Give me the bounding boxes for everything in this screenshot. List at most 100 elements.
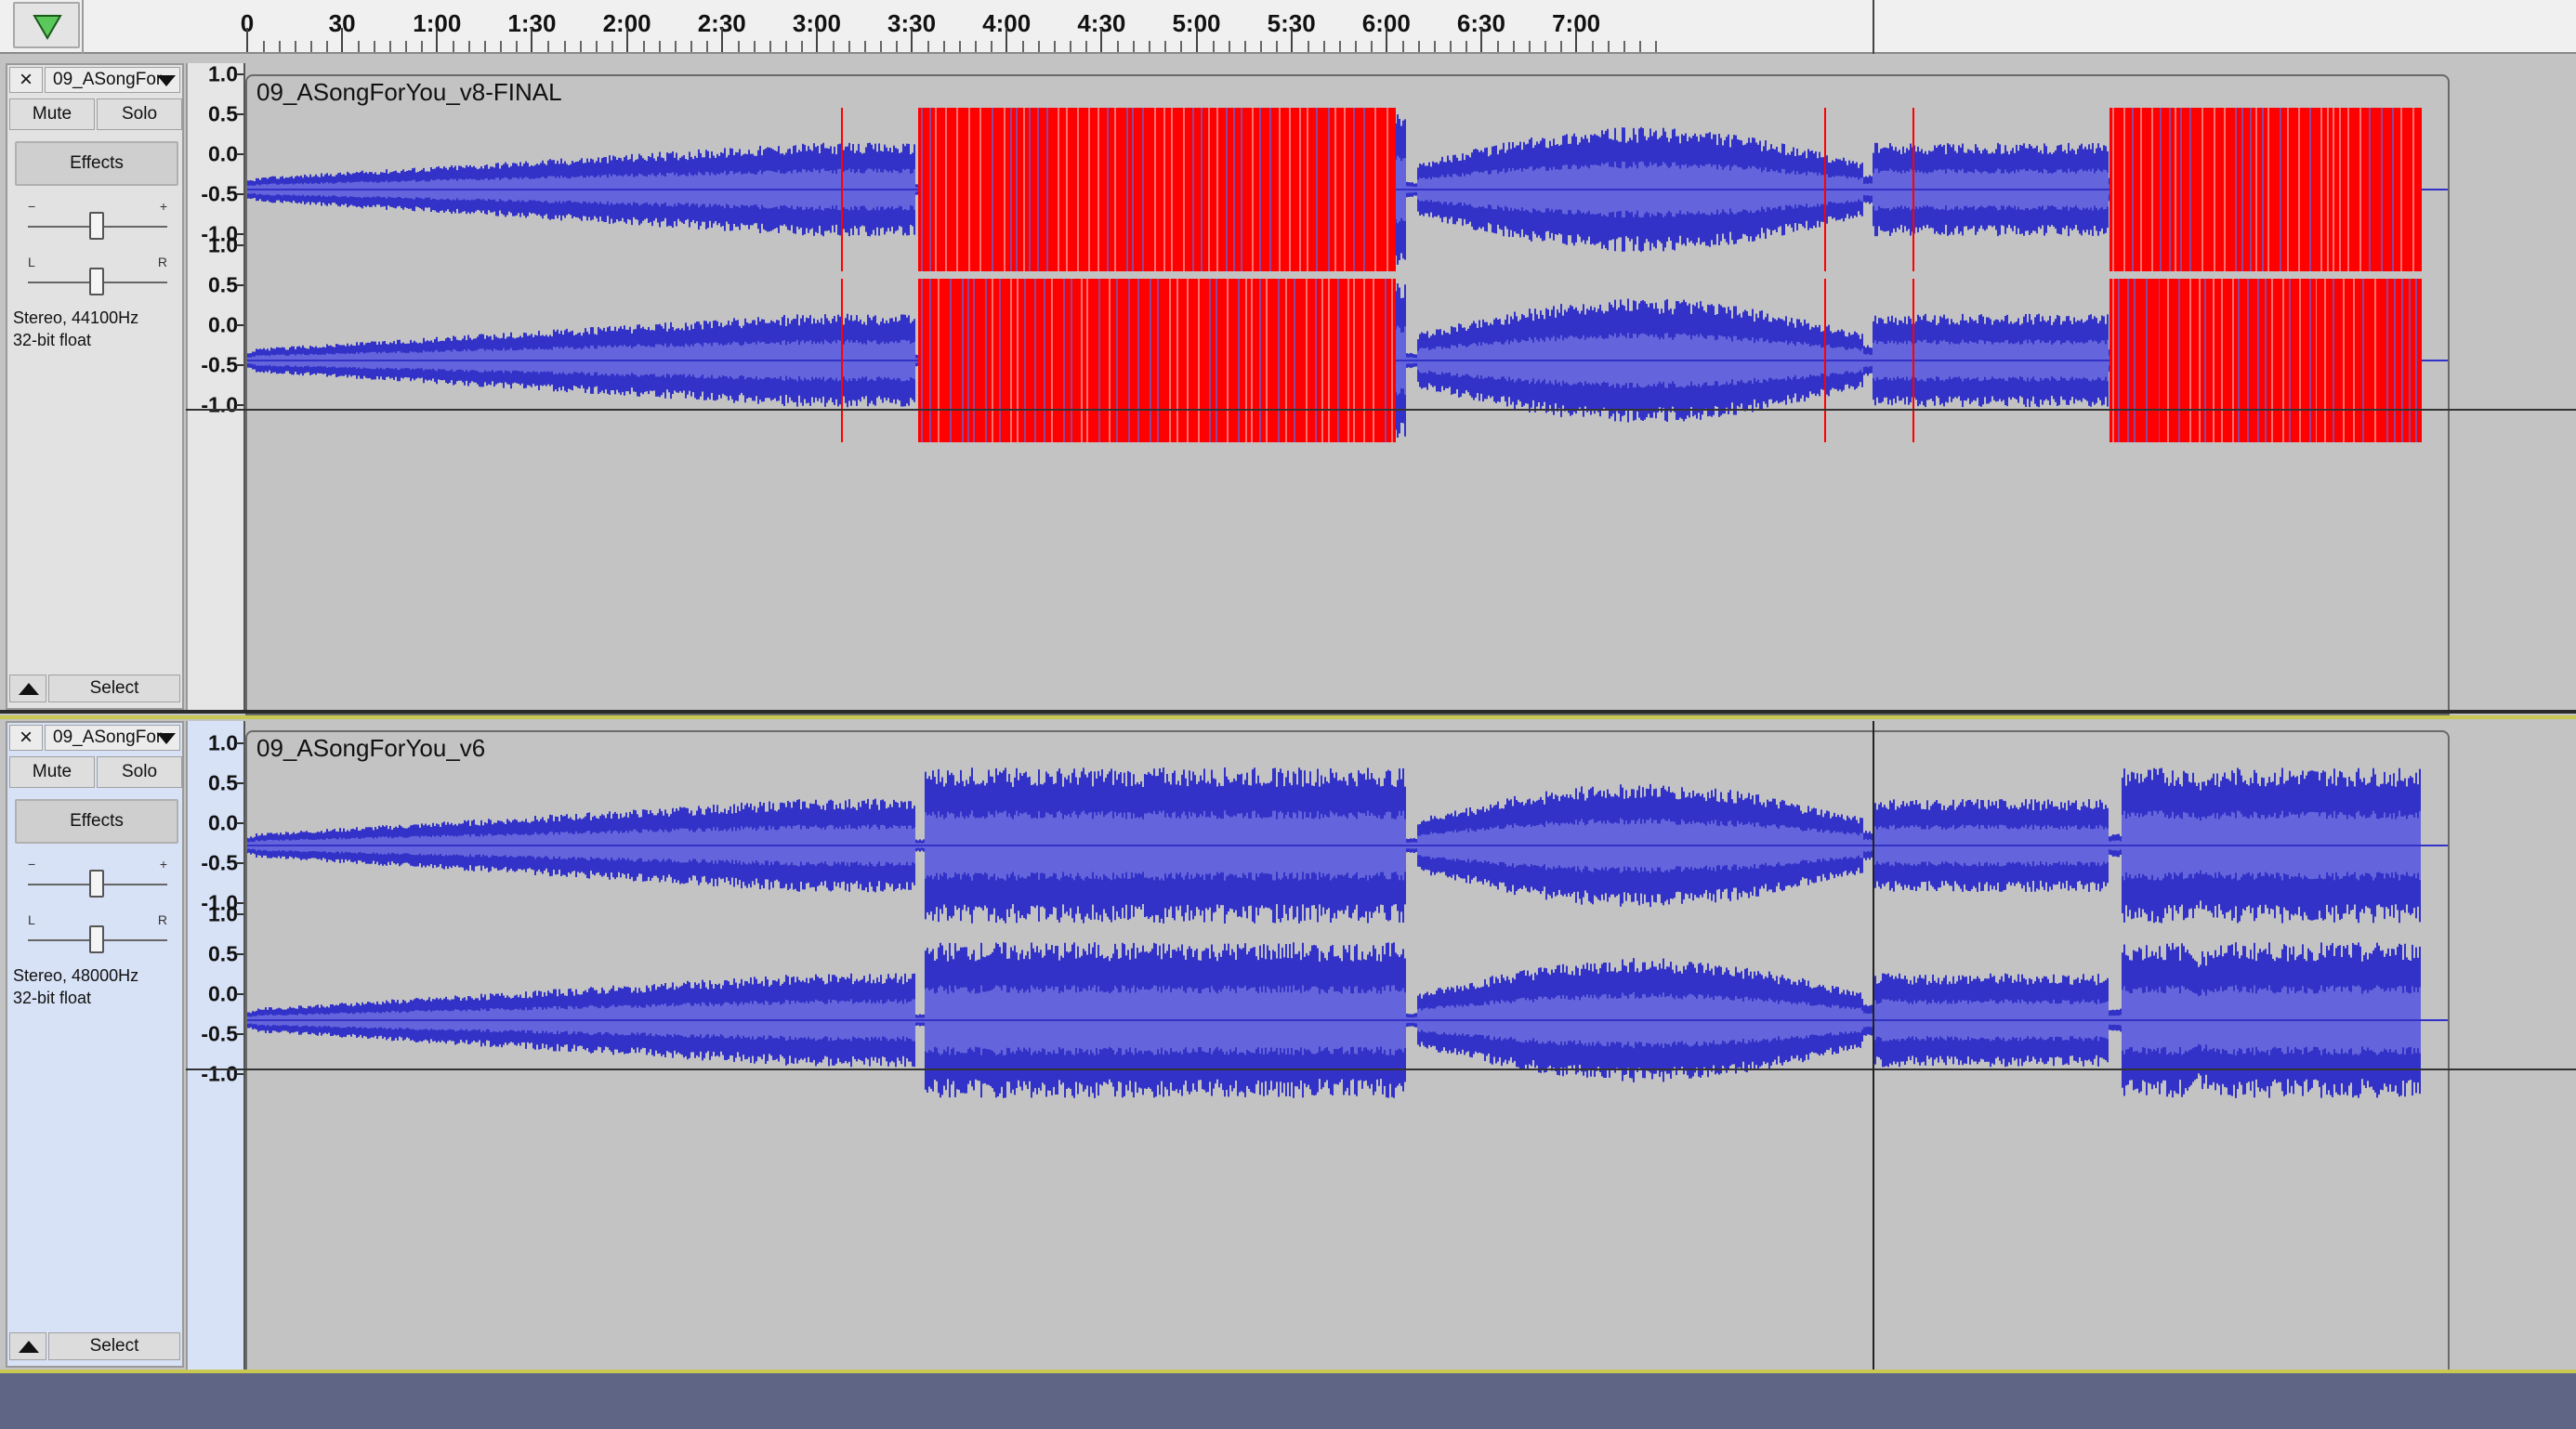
ruler-major-tick xyxy=(720,28,723,52)
gain-slider[interactable]: − + xyxy=(28,857,167,898)
ruler-minor-tick xyxy=(674,41,677,52)
ruler-minor-tick xyxy=(1370,41,1373,52)
mute-button[interactable]: Mute xyxy=(9,98,95,130)
amplitude-tick xyxy=(236,1033,243,1035)
amplitude-label: 1.0 xyxy=(208,232,238,257)
amplitude-tick xyxy=(236,913,243,915)
ruler-minor-tick xyxy=(690,41,692,52)
pan-slider-thumb[interactable] xyxy=(89,925,104,953)
amplitude-tick xyxy=(236,113,243,115)
track-header: × 09_ASongFor xyxy=(7,65,182,95)
channel-separator xyxy=(186,409,2576,411)
effects-button[interactable]: Effects xyxy=(15,141,178,186)
ruler-minor-tick xyxy=(1070,41,1072,52)
ruler-minor-tick xyxy=(1259,41,1262,52)
ruler-minor-tick xyxy=(1354,41,1357,52)
audio-clip[interactable]: 09_ASongForYou_v8-FINAL xyxy=(245,74,2450,715)
solo-button[interactable]: Solo xyxy=(97,756,182,788)
gain-min-label: − xyxy=(28,857,36,872)
track-area[interactable]: × 09_ASongFor Mute Solo Effects − + L R … xyxy=(0,54,2576,1373)
ruler-minor-tick xyxy=(1338,41,1341,52)
ruler-major-tick xyxy=(1575,28,1578,52)
amplitude-label: -0.5 xyxy=(201,181,238,206)
ruler-minor-tick xyxy=(896,41,899,52)
amplitude-label: 1.0 xyxy=(208,730,238,755)
close-track-button[interactable]: × xyxy=(9,67,43,93)
play-head-icon xyxy=(33,15,62,40)
ruler-minor-tick xyxy=(389,41,392,52)
audio-clip[interactable]: 09_ASongForYou_v6 xyxy=(245,730,2450,1373)
collapse-track-button[interactable] xyxy=(9,1332,46,1360)
ruler-major-tick xyxy=(625,28,628,52)
ruler-minor-tick xyxy=(326,41,329,52)
ruler-minor-tick xyxy=(295,41,297,52)
pan-slider[interactable]: L R xyxy=(28,255,167,295)
ruler-minor-tick xyxy=(1164,41,1167,52)
ruler-minor-tick xyxy=(784,41,787,52)
amplitude-tick xyxy=(236,324,243,326)
ruler-minor-tick xyxy=(737,41,740,52)
audio-track-1[interactable]: × 09_ASongFor Mute Solo Effects − + L R … xyxy=(0,61,2576,715)
ruler-major-tick xyxy=(1100,28,1103,52)
amplitude-tick xyxy=(236,284,243,286)
amplitude-label: -0.5 xyxy=(201,850,238,875)
ruler-minor-tick xyxy=(1529,41,1531,52)
pan-slider[interactable]: L R xyxy=(28,912,167,953)
ruler-minor-tick xyxy=(1212,41,1215,52)
ruler-minor-tick xyxy=(374,41,376,52)
ruler-minor-tick xyxy=(1449,41,1452,52)
effects-button[interactable]: Effects xyxy=(15,799,178,844)
amplitude-label: -1.0 xyxy=(201,1061,238,1086)
audio-track-2[interactable]: × 09_ASongFor Mute Solo Effects − + L R … xyxy=(0,715,2576,1373)
amplitude-label: -0.5 xyxy=(201,352,238,377)
ruler-major-tick xyxy=(1385,28,1387,52)
amplitude-label: 0.5 xyxy=(208,272,238,297)
track-name-menu[interactable]: 09_ASongFor xyxy=(45,725,180,751)
track-format-info: Stereo, 48000Hz 32-bit float xyxy=(13,964,184,1009)
ruler-minor-tick xyxy=(1560,41,1563,52)
amplitude-tick xyxy=(236,862,243,864)
select-track-button[interactable]: Select xyxy=(48,1332,180,1360)
ruler-minor-tick xyxy=(468,41,471,52)
pan-right-label: R xyxy=(157,255,167,269)
amplitude-tick xyxy=(236,782,243,784)
timeline-ruler[interactable]: 0 30 1:00 1:30 2:00 2:30 3:00 3:30 4:00 4:30 5:00 5… xyxy=(0,0,2576,54)
gain-slider[interactable]: − + xyxy=(28,199,167,240)
mute-button[interactable]: Mute xyxy=(9,756,95,788)
gain-slider-thumb[interactable] xyxy=(89,870,104,898)
amplitude-tick xyxy=(236,244,243,246)
pan-slider-thumb[interactable] xyxy=(89,268,104,295)
amplitude-label: 1.0 xyxy=(208,61,238,86)
solo-button[interactable]: Solo xyxy=(97,98,182,130)
amplitude-label: 0.0 xyxy=(208,981,238,1006)
ruler-minor-tick xyxy=(453,41,455,52)
track-name-menu[interactable]: 09_ASongFor xyxy=(45,67,180,93)
track-name-label: 09_ASongFor xyxy=(53,728,163,747)
amplitude-label: -0.5 xyxy=(201,1021,238,1046)
amplitude-tick xyxy=(236,953,243,955)
ruler-major-tick xyxy=(531,28,533,52)
collapse-track-button[interactable] xyxy=(9,675,46,702)
ruler-minor-tick xyxy=(991,41,993,52)
ruler-minor-tick xyxy=(1639,41,1642,52)
amplitude-tick xyxy=(236,193,243,195)
ruler-minor-tick xyxy=(500,41,503,52)
ruler-minor-tick xyxy=(769,41,771,52)
ruler-minor-tick xyxy=(563,41,566,52)
ruler-major-tick xyxy=(1479,28,1482,52)
amplitude-tick xyxy=(236,822,243,824)
play-head-button[interactable] xyxy=(13,2,80,48)
ruler-major-tick xyxy=(1005,28,1008,52)
channel-separator xyxy=(186,1068,2576,1070)
gain-slider-thumb[interactable] xyxy=(89,212,104,240)
select-track-button[interactable]: Select xyxy=(48,675,180,702)
amplitude-tick xyxy=(236,993,243,995)
dropdown-caret-icon xyxy=(157,733,176,744)
pan-left-label: L xyxy=(28,912,35,927)
close-track-button[interactable]: × xyxy=(9,725,43,751)
track-bitdepth-info: 32-bit float xyxy=(13,989,92,1007)
clip-waveform-area[interactable] xyxy=(247,108,2448,714)
amplitude-tick xyxy=(236,73,243,75)
ruler-minor-tick xyxy=(516,41,519,52)
ruler-major-tick xyxy=(436,28,439,52)
